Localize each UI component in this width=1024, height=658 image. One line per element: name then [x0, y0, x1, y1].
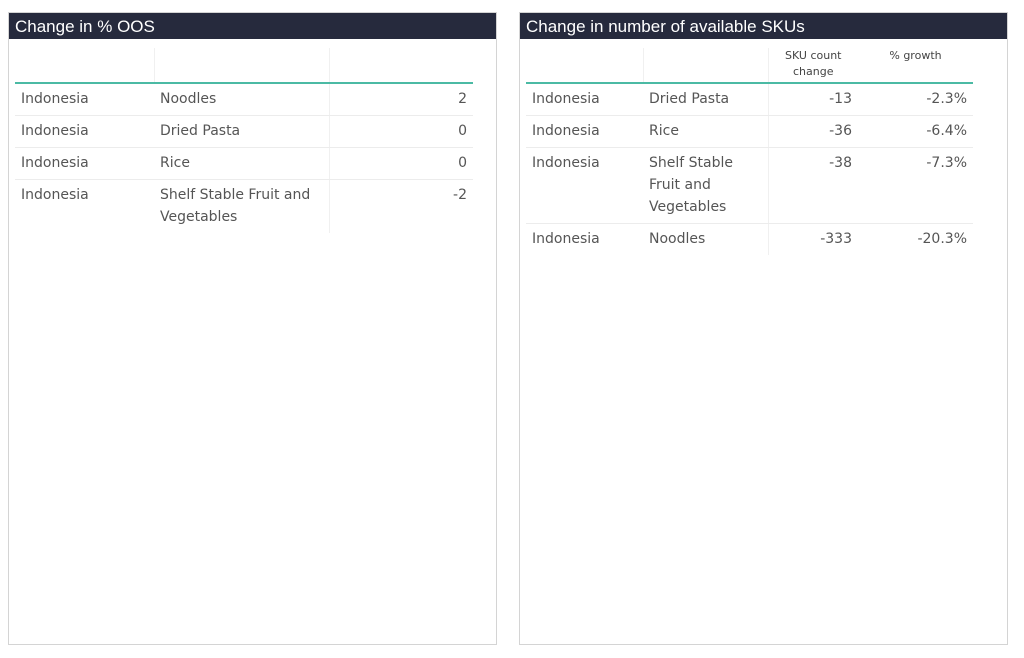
country-cell: Indonesia: [15, 115, 154, 148]
table-row[interactable]: Indonesia Dried Pasta 0: [15, 115, 473, 148]
table-row[interactable]: Indonesia Noodles -333 -20.3%: [526, 223, 973, 255]
growth-cell: -6.4%: [858, 115, 973, 148]
oos-value-cell: 0: [329, 147, 473, 180]
oos-value-cell: 0: [329, 115, 473, 148]
table-row[interactable]: Indonesia Shelf Stable Fruit and Vegetab…: [15, 179, 473, 233]
category-cell: Shelf Stable Fruit and Vegetables: [643, 147, 769, 224]
table-row[interactable]: Indonesia Shelf Stable Fruit and Vegetab…: [526, 147, 973, 224]
oos-table-header: [15, 48, 473, 84]
sku-col-country-header[interactable]: [526, 48, 644, 84]
category-cell: Rice: [643, 115, 769, 148]
table-row[interactable]: Indonesia Rice 0: [15, 147, 473, 180]
country-cell: Indonesia: [15, 147, 154, 180]
sku-table: SKU count change % growth Indonesia Drie…: [526, 48, 973, 255]
country-cell: Indonesia: [15, 83, 154, 116]
category-cell: Noodles: [154, 83, 330, 116]
country-cell: Indonesia: [21, 187, 89, 203]
table-row[interactable]: Indonesia Noodles 2: [15, 83, 473, 116]
pct-growth-header[interactable]: % growth: [858, 48, 973, 84]
category-cell: Dried Pasta: [154, 115, 330, 148]
growth-cell: -7.3%: [858, 147, 973, 224]
sku-col-category-header[interactable]: [643, 48, 769, 84]
sku-change-cell: -333: [820, 231, 852, 247]
oos-table: Indonesia Noodles 2 Indonesia Dried Past…: [15, 48, 473, 233]
sku-change-panel: Change in number of available SKUs SKU c…: [519, 12, 1008, 645]
growth-cell: -2.3%: [858, 83, 973, 116]
category-cell: Rice: [154, 147, 330, 180]
sku-change-cell: -38: [768, 147, 858, 224]
oos-panel-title: Change in % OOS: [9, 13, 496, 39]
country-cell: Indonesia: [532, 231, 600, 247]
category-cell: Shelf Stable Fruit and Vegetables: [154, 179, 330, 233]
country-cell: Indonesia: [526, 83, 643, 116]
category-cell: Dried Pasta: [643, 83, 769, 116]
sku-table-header: SKU count change % growth: [526, 48, 973, 84]
oos-change-panel: Change in % OOS Indonesia Noodles 2 Indo…: [8, 12, 497, 645]
oos-col-country-header[interactable]: [15, 48, 155, 84]
sku-change-cell: -13: [768, 83, 858, 116]
sku-count-change-header[interactable]: SKU count change: [768, 48, 858, 84]
category-cell: Noodles: [643, 223, 769, 255]
sku-panel-title: Change in number of available SKUs: [520, 13, 1007, 39]
sku-change-cell: -36: [768, 115, 858, 148]
table-row[interactable]: Indonesia Dried Pasta -13 -2.3%: [526, 83, 973, 116]
oos-value-cell: -2: [453, 187, 467, 203]
table-row[interactable]: Indonesia Rice -36 -6.4%: [526, 115, 973, 148]
growth-cell: -20.3%: [917, 231, 967, 247]
country-cell: Indonesia: [526, 147, 643, 224]
oos-col-value-header[interactable]: [329, 48, 473, 84]
oos-value-cell: 2: [329, 83, 473, 116]
country-cell: Indonesia: [526, 115, 643, 148]
oos-col-category-header[interactable]: [154, 48, 330, 84]
